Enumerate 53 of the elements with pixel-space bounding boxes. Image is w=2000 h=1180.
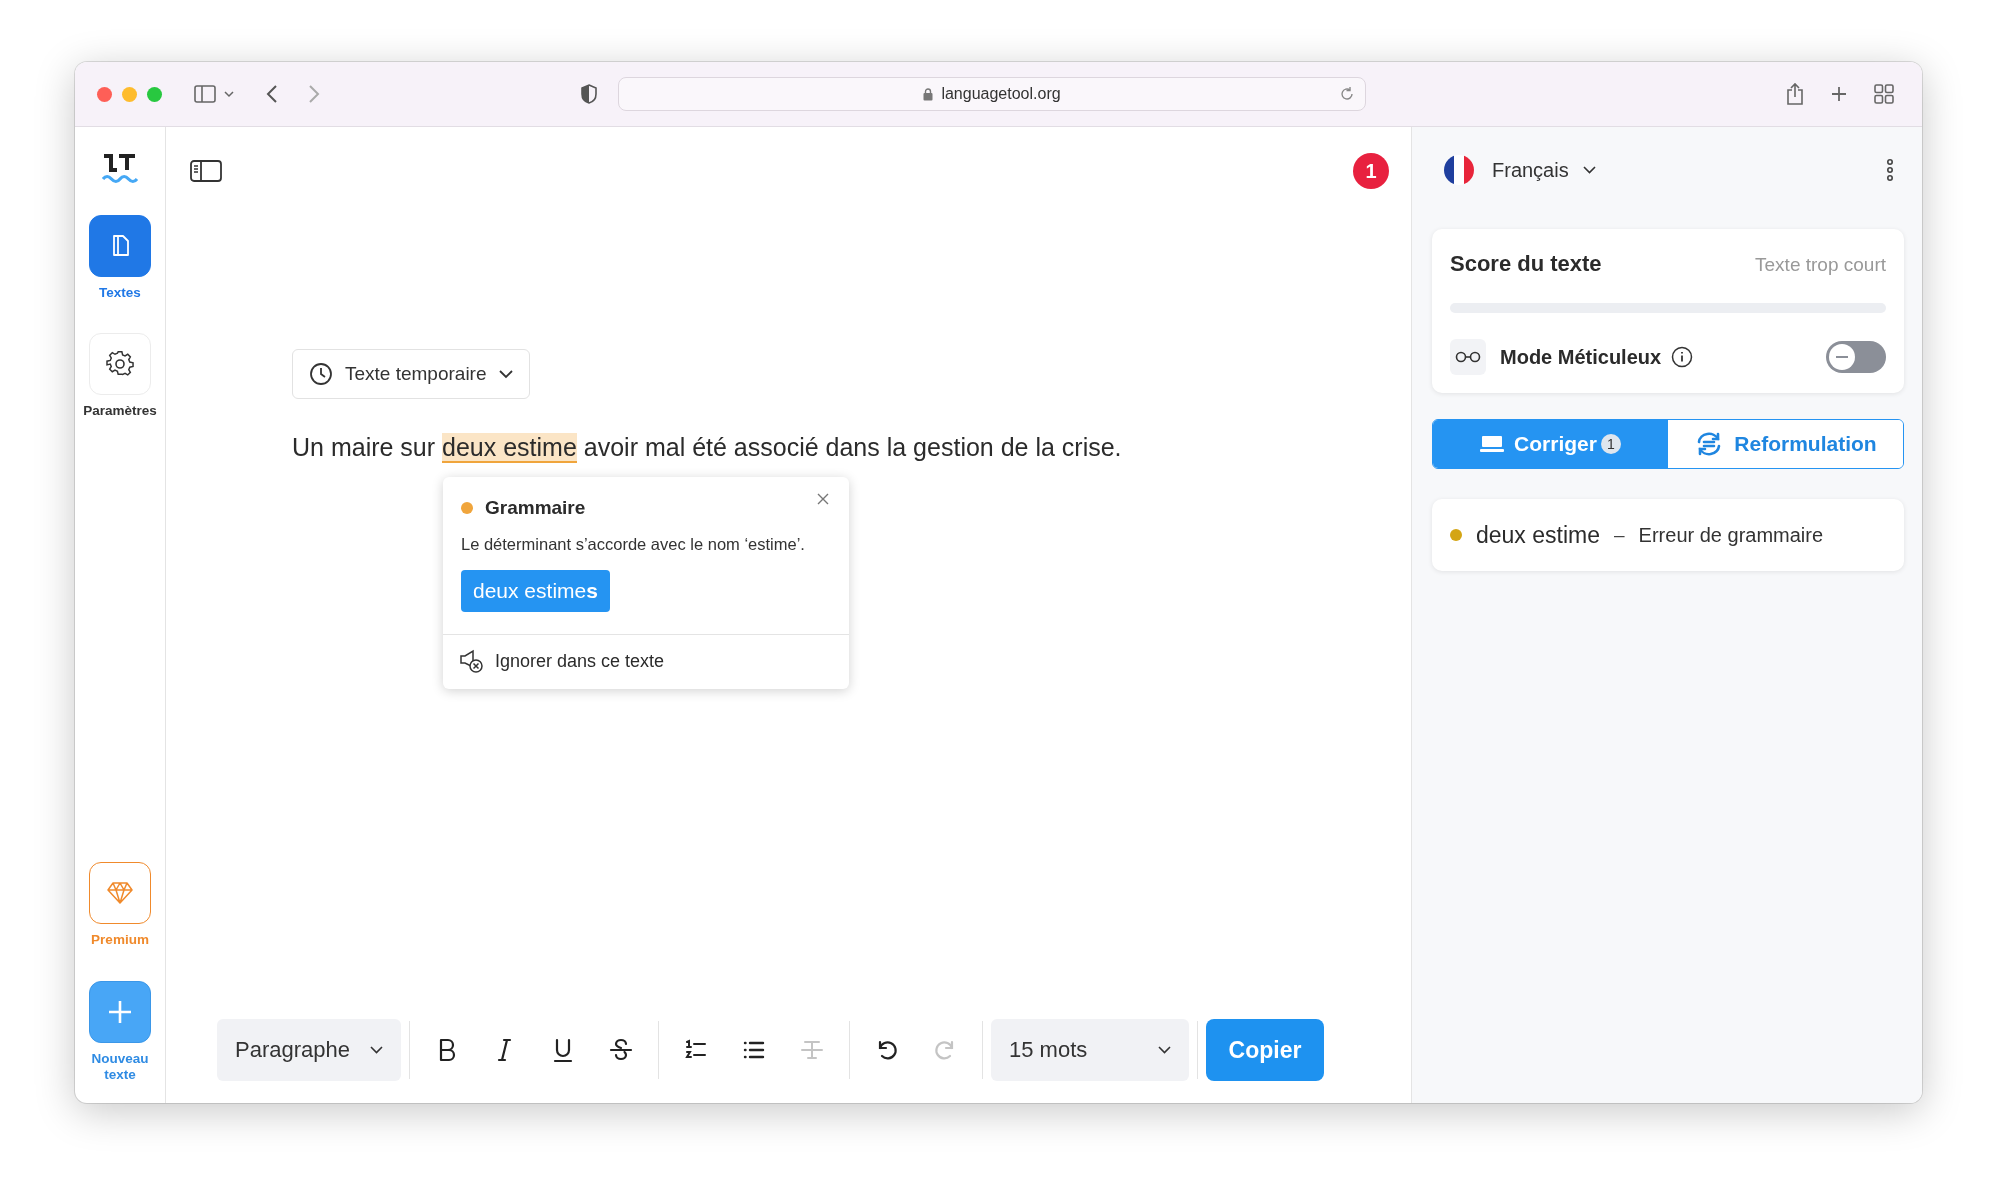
lock-icon (923, 87, 934, 101)
notification-badge[interactable]: 1 (1353, 153, 1389, 189)
ignore-icon (459, 649, 485, 673)
close-icon[interactable] (817, 493, 829, 505)
chevron-down-icon (370, 1046, 383, 1054)
share-icon[interactable] (1786, 82, 1804, 106)
picky-mode-toggle[interactable] (1826, 341, 1886, 373)
plus-icon (107, 998, 133, 1025)
info-icon[interactable] (1671, 346, 1694, 368)
glasses-icon (1450, 339, 1486, 375)
sidebar-label: Nouveau texte (90, 1050, 150, 1083)
chevron-down-icon (1582, 166, 1596, 174)
popup-category: Grammaire (485, 497, 586, 519)
reload-icon[interactable] (1339, 86, 1355, 102)
score-title: Score du texte (1450, 251, 1602, 277)
panel-tab[interactable]: Corriger 1 (1433, 420, 1668, 468)
plus-icon[interactable] (1830, 85, 1848, 103)
word-count-dropdown[interactable]: 15 mots (991, 1019, 1189, 1081)
chevron-down-icon (498, 369, 513, 379)
language-dropdown[interactable]: Français (1492, 158, 1596, 182)
sidebar-label: Premium (90, 932, 150, 949)
popup-message: Le déterminant s’accorde avec le nom ‘estime’. (461, 535, 806, 554)
shield-icon[interactable] (580, 84, 598, 104)
sidebar-icon[interactable] (194, 85, 216, 103)
more-icon[interactable] (1886, 158, 1894, 182)
laptop-icon (1480, 435, 1505, 453)
clock-icon (309, 362, 333, 386)
chevron-down-icon[interactable] (224, 90, 234, 98)
issue-text: deux estime (1476, 521, 1600, 549)
sidebar-toggle-icon[interactable] (190, 160, 222, 182)
document-dropdown[interactable]: Texte temporaire (292, 349, 530, 399)
tab-grid-icon[interactable] (1874, 84, 1894, 104)
editor-text[interactable]: Un maire sur deux estime avoir mal été associé dans la gestion de la crise. (292, 429, 1411, 465)
ignore-button[interactable]: Ignorer dans ce texte (443, 634, 849, 689)
panel-tab[interactable]: Reformulation (1668, 420, 1903, 468)
paragraph-dropdown[interactable]: Paragraphe (217, 1019, 401, 1081)
issue-separator: – (1614, 524, 1625, 546)
close-button[interactable] (97, 86, 112, 102)
sidebar-label: Paramètres (82, 403, 158, 420)
sidebar-label: Textes (98, 285, 142, 302)
count-badge: 1 (1600, 434, 1621, 454)
diamond-icon (107, 882, 133, 905)
back-icon[interactable] (266, 84, 278, 104)
issue-type: Erreur de grammaire (1638, 523, 1824, 547)
issue-card[interactable]: deux estime – Erreur de grammaire (1432, 499, 1904, 571)
sidebar-button[interactable] (89, 215, 151, 277)
settings-icon (106, 350, 134, 379)
logo-icon[interactable] (101, 153, 139, 185)
chevron-down-icon (1158, 1046, 1171, 1054)
picky-mode-label: Mode Méticuleux (1500, 345, 1662, 369)
flag-icon (1444, 155, 1474, 185)
address-bar[interactable]: languagetool.org (618, 77, 1366, 111)
score-status: Texte trop court (1755, 254, 1886, 276)
